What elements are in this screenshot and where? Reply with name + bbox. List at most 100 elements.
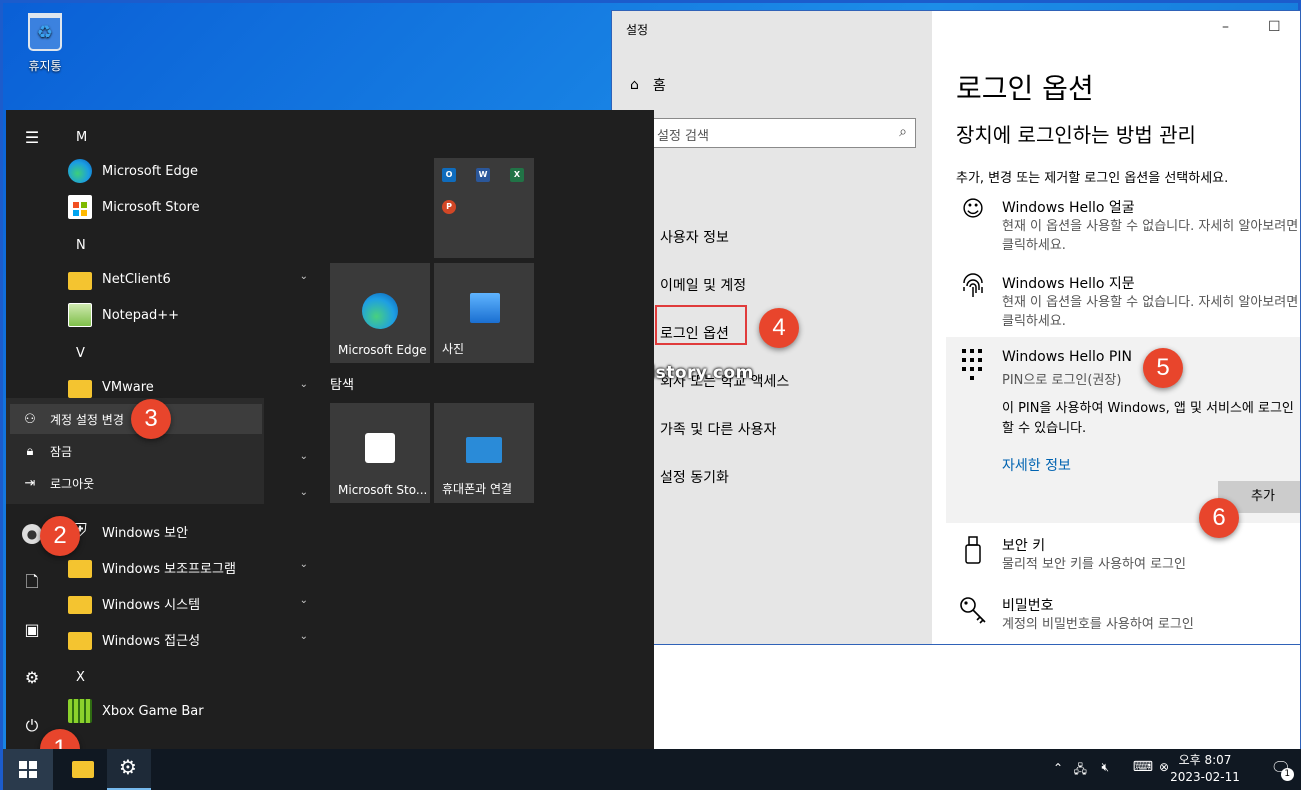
app-netclient6[interactable]: NetClient6 ⌄	[68, 263, 312, 295]
pictures-icon[interactable]: ▣	[20, 618, 44, 642]
search-placeholder: 설정 검색	[657, 129, 709, 144]
app-label: Windows 시스템	[102, 597, 201, 613]
notification-count: 1	[1280, 768, 1294, 781]
letter-header-x[interactable]: X	[76, 670, 85, 685]
nav-item-email-accounts[interactable]: 이메일 및 계정	[660, 275, 746, 295]
tiles-group-label[interactable]: 탐색	[330, 374, 354, 393]
folder-icon	[68, 271, 92, 290]
app-label: Windows 보조프로그램	[102, 561, 236, 577]
app-microsoft-edge[interactable]: Microsoft Edge	[68, 155, 312, 187]
app-label: Windows 접근성	[102, 633, 201, 649]
option-password[interactable]: 비밀번호 계정의 비밀번호를 사용하여 로그인	[956, 595, 1296, 635]
powerpoint-icon: P	[442, 200, 456, 214]
key-graphic	[960, 597, 986, 624]
recycle-bin-graphic	[28, 13, 62, 51]
smile-icon: ☺	[961, 197, 985, 222]
notification-icon[interactable]: 🗨︎ 1	[1271, 758, 1294, 781]
folder-icon	[68, 379, 92, 398]
step-badge-4: 4	[759, 308, 799, 348]
gear-icon[interactable]: ⚙	[20, 666, 44, 690]
photos-icon	[470, 293, 500, 323]
option-security-key-title: 보안 키	[1002, 538, 1046, 554]
option-fingerprint-desc: 현재 이 옵션을 사용할 수 없습니다. 자세히 알아보려면 클릭하세요.	[1002, 295, 1299, 329]
search-icon[interactable]: ⌕	[899, 124, 907, 140]
nav-item-family[interactable]: 가족 및 다른 사용자	[660, 419, 776, 439]
sign-in-options-highlight	[655, 305, 747, 345]
edge-icon	[68, 159, 92, 183]
tile-microsoft-store[interactable]: Microsoft Sto...	[330, 403, 430, 503]
window-background	[652, 644, 1300, 750]
recycle-bin-icon[interactable]: 휴지통	[17, 13, 73, 74]
folder-icon	[68, 631, 92, 650]
sign-out-label: 로그아웃	[50, 476, 95, 491]
option-face[interactable]: ☺ Windows Hello 얼굴 현재 이 옵션을 사용할 수 없습니다. …	[956, 197, 1299, 253]
app-label: Windows 보안	[102, 525, 189, 541]
tile-label: Microsoft Sto...	[338, 483, 428, 497]
settings-search-input[interactable]: 설정 검색 ⌕	[648, 118, 916, 148]
tile-label: Microsoft Edge	[338, 343, 427, 357]
chevron-up-icon[interactable]: ⌃	[1053, 761, 1063, 775]
tile-phone-link[interactable]: 휴대폰과 연결	[434, 403, 534, 503]
home-nav-item[interactable]: ⌂ 홈	[630, 75, 666, 95]
sign-out-item[interactable]: ⇥ 로그아웃	[10, 468, 262, 498]
app-microsoft-store[interactable]: Microsoft Store	[68, 191, 312, 223]
start-button[interactable]	[3, 749, 53, 790]
option-pin-panel[interactable]: Windows Hello PIN PIN으로 로그인(권장) 이 PIN을 사…	[946, 337, 1300, 523]
fingerprint-icon	[956, 273, 990, 307]
option-face-title: Windows Hello 얼굴	[1002, 200, 1135, 216]
chevron-down-icon: ⌄	[299, 487, 308, 498]
letter-header-v[interactable]: V	[76, 346, 85, 361]
tile-office-group[interactable]: O W X P	[434, 158, 534, 258]
minimize-icon[interactable]: –	[1222, 19, 1229, 35]
app-notepad-plus[interactable]: Notepad++	[68, 299, 312, 331]
step-badge-2: 2	[40, 516, 80, 556]
clock-time: 오후 8:07	[1178, 753, 1232, 767]
home-label: 홈	[652, 78, 666, 94]
app-xbox-game-bar[interactable]: Xbox Game Bar	[68, 695, 312, 727]
taskbar-settings[interactable]: ⚙	[107, 749, 151, 790]
step-badge-6: 6	[1199, 498, 1239, 538]
settings-window: 설정 ⌂ 홈 설정 검색 ⌕ 사용자 정보 이메일 및 계정 로그인 옵션 회사…	[512, 10, 1301, 750]
app-windows-security[interactable]: ⛨ Windows 보안	[68, 515, 312, 547]
document-icon[interactable]: 🗋	[20, 570, 44, 594]
option-password-title: 비밀번호	[1002, 598, 1054, 614]
tile-photos[interactable]: 사진	[434, 263, 534, 363]
option-pin-desc: 이 PIN을 사용하여 Windows, 앱 및 서비스에 로그인할 수 있습니…	[1002, 401, 1294, 436]
app-label: Notepad++	[102, 307, 180, 323]
hamburger-menu-icon[interactable]: ☰	[20, 126, 44, 150]
letter-header-m[interactable]: M	[76, 130, 87, 145]
chevron-down-icon: ⌄	[299, 451, 308, 462]
chevron-down-icon: ⌄	[299, 631, 308, 642]
chevron-down-icon: ⌄	[299, 271, 308, 282]
app-windows-accessibility[interactable]: Windows 접근성 ⌄	[68, 623, 312, 655]
volume-muted-icon[interactable]: 🔇︎	[1101, 760, 1109, 775]
app-label: NetClient6	[102, 271, 171, 287]
network-icon[interactable]: 🖧︎	[1074, 760, 1087, 781]
clock[interactable]: 오후 8:07 2023-02-11	[1165, 752, 1245, 786]
maximize-icon[interactable]: ☐	[1268, 19, 1281, 35]
option-security-key[interactable]: 보안 키 물리적 보안 키를 사용하여 로그인	[956, 535, 1296, 575]
app-windows-system[interactable]: Windows 시스템 ⌄	[68, 587, 312, 619]
fingerprint-graphic	[963, 273, 983, 297]
lock-item[interactable]: 🔒︎ 잠금	[10, 436, 262, 466]
nav-item-sync[interactable]: 설정 동기화	[660, 467, 729, 487]
outlook-icon: O	[442, 168, 456, 182]
lock-icon: 🔒︎	[26, 443, 34, 459]
settings-nav-pane: 설정 ⌂ 홈 설정 검색 ⌕ 사용자 정보 이메일 및 계정 로그인 옵션 회사…	[512, 11, 932, 749]
clock-date: 2023-02-11	[1170, 770, 1240, 784]
edge-icon	[362, 293, 398, 329]
keyboard-icon[interactable]: ⌨	[1133, 759, 1153, 775]
folder-icon	[68, 559, 92, 578]
tile-microsoft-edge[interactable]: Microsoft Edge	[330, 263, 430, 363]
nav-item-user-info[interactable]: 사용자 정보	[660, 227, 729, 247]
app-label: VMware	[102, 379, 154, 395]
app-windows-accessories[interactable]: Windows 보조프로그램 ⌄	[68, 551, 312, 583]
app-label: Microsoft Store	[102, 199, 200, 215]
power-icon[interactable]: ⏻	[20, 714, 44, 738]
option-password-desc: 계정의 비밀번호를 사용하여 로그인	[1002, 617, 1194, 632]
option-face-desc: 현재 이 옵션을 사용할 수 없습니다. 자세히 알아보려면 클릭하세요.	[1002, 219, 1299, 253]
pin-learn-more-link[interactable]: 자세한 정보	[1002, 455, 1071, 475]
taskbar-file-explorer[interactable]	[61, 749, 105, 790]
option-fingerprint[interactable]: Windows Hello 지문 현재 이 옵션을 사용할 수 없습니다. 자세…	[956, 273, 1298, 329]
letter-header-n[interactable]: N	[76, 238, 86, 253]
